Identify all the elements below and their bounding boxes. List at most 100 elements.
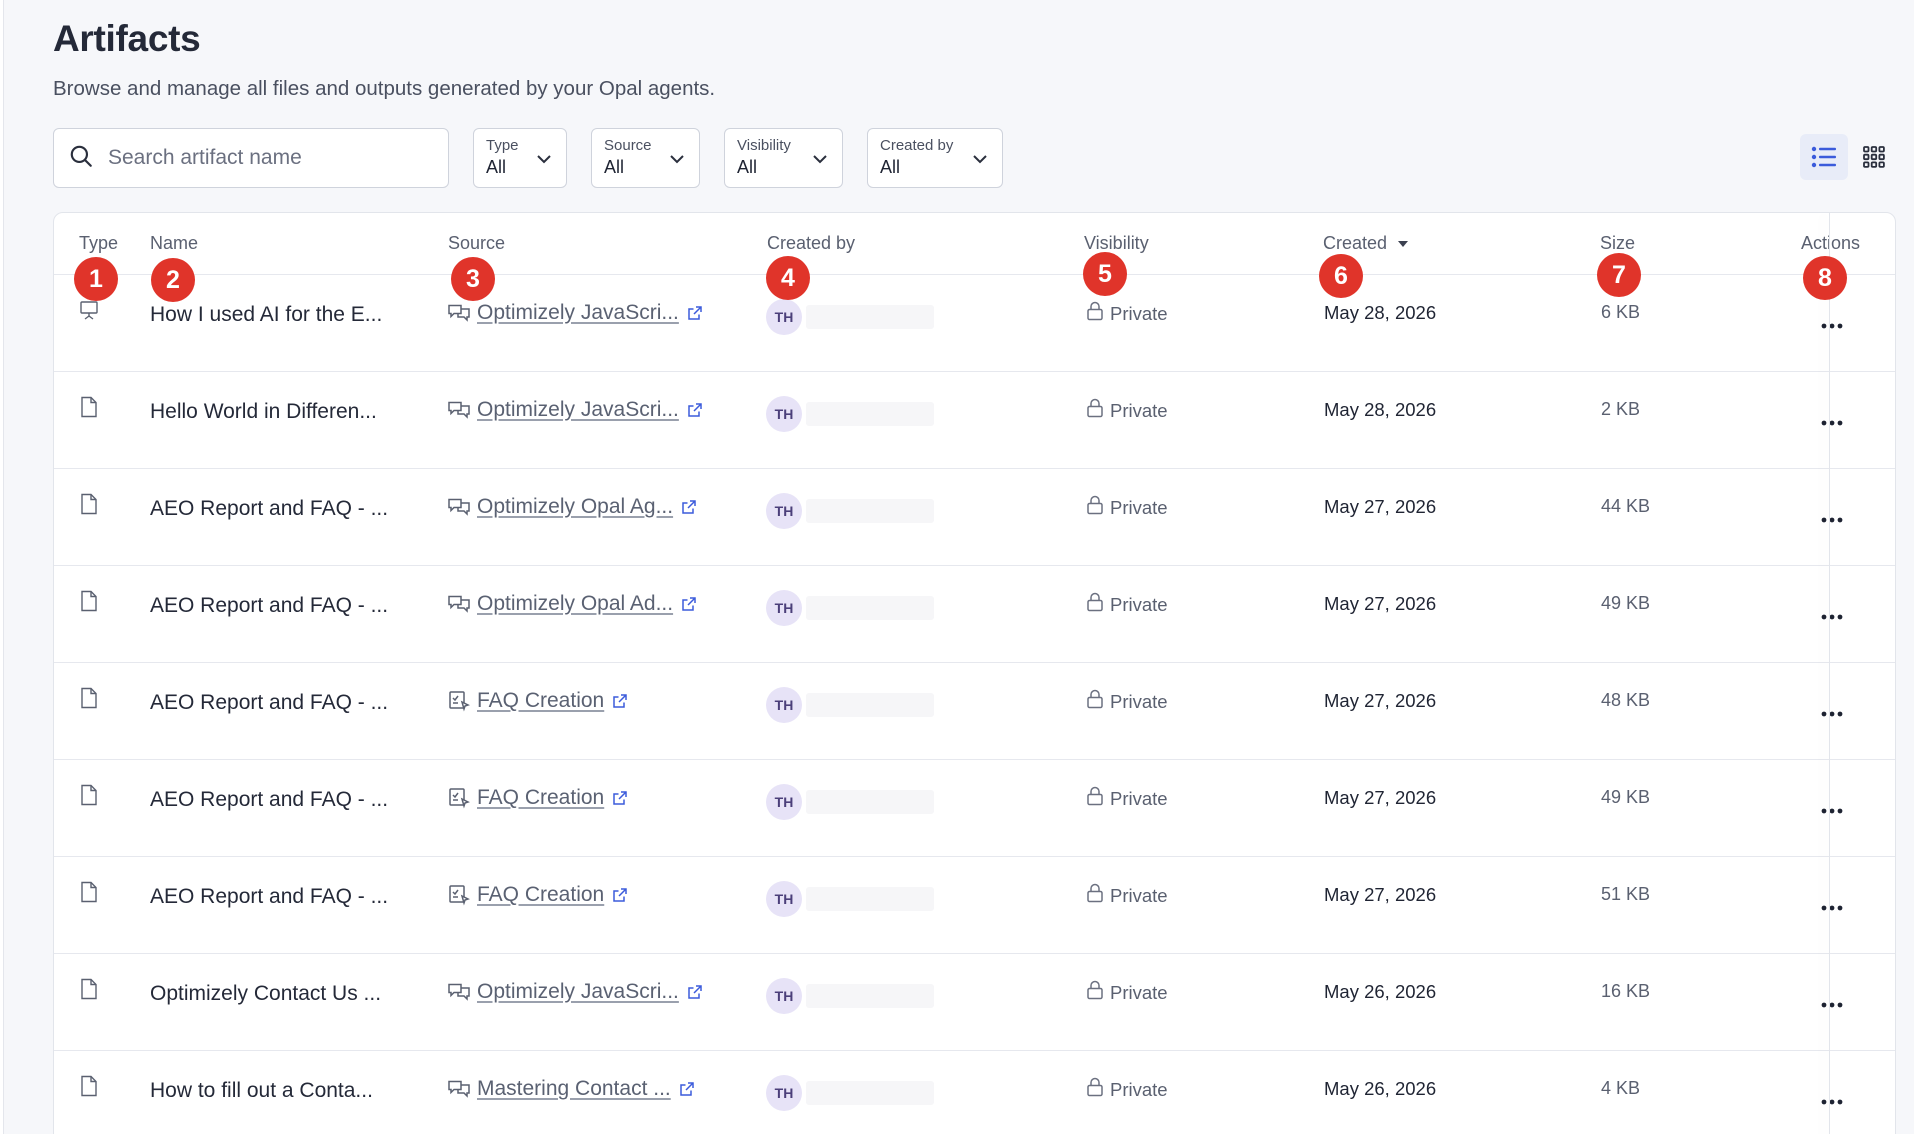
more-actions-button[interactable] — [1810, 895, 1854, 919]
lock-icon — [1086, 495, 1110, 520]
table-row[interactable]: AEO Report and FAQ - ... FAQ Creation TH… — [54, 857, 1895, 954]
visibility: Private — [1086, 1077, 1168, 1102]
source-label[interactable]: Mastering Contact ... — [477, 1077, 671, 1101]
lock-icon — [1086, 1077, 1110, 1102]
visibility: Private — [1086, 592, 1168, 617]
artifact-name[interactable]: How to fill out a Conta... — [150, 1079, 373, 1103]
column-header-created[interactable]: Created — [1323, 233, 1409, 254]
source-link[interactable]: Optimizely JavaScri... — [447, 301, 703, 325]
artifact-name[interactable]: AEO Report and FAQ - ... — [150, 594, 388, 618]
more-actions-button[interactable] — [1810, 701, 1854, 725]
table-row[interactable]: Optimizely Contact Us ... Optimizely Jav… — [54, 954, 1895, 1051]
column-header-name[interactable]: Name — [150, 233, 198, 254]
created-date: May 28, 2026 — [1324, 399, 1437, 420]
ellipsis-icon — [1821, 898, 1843, 916]
external-link-icon[interactable] — [687, 402, 703, 418]
page-subtitle: Browse and manage all files and outputs … — [53, 77, 716, 100]
external-link-icon[interactable] — [612, 790, 628, 806]
external-link-icon[interactable] — [681, 499, 697, 515]
source-label[interactable]: FAQ Creation — [477, 689, 604, 713]
file-size: 44 KB — [1601, 496, 1651, 516]
source-label[interactable]: Optimizely JavaScri... — [477, 301, 679, 325]
created-by: TH — [766, 299, 934, 335]
source-label[interactable]: FAQ Creation — [477, 883, 604, 907]
table-row[interactable]: AEO Report and FAQ - ... FAQ Creation TH… — [54, 663, 1895, 760]
source-link[interactable]: Mastering Contact ... — [447, 1077, 695, 1101]
source-link[interactable]: Optimizely Opal Ag... — [447, 495, 697, 519]
source-link[interactable]: Optimizely Opal Ad... — [447, 592, 697, 616]
source-label[interactable]: Optimizely JavaScri... — [477, 398, 679, 422]
table-row[interactable]: How to fill out a Conta... Mastering Con… — [54, 1051, 1895, 1134]
source-filter[interactable]: Source All — [591, 128, 700, 188]
artifact-name[interactable]: How I used AI for the E... — [150, 303, 382, 327]
more-actions-button[interactable] — [1810, 1089, 1854, 1113]
created-by: TH — [766, 1075, 934, 1111]
file-size: 49 KB — [1601, 787, 1651, 807]
ellipsis-icon — [1821, 1092, 1843, 1110]
more-actions-button[interactable] — [1810, 410, 1854, 434]
artifact-name[interactable]: Optimizely Contact Us ... — [150, 982, 381, 1006]
artifact-name[interactable]: AEO Report and FAQ - ... — [150, 691, 388, 715]
source-link[interactable]: Optimizely JavaScri... — [447, 980, 703, 1004]
source-link[interactable]: FAQ Creation — [447, 883, 628, 907]
source-link[interactable]: FAQ Creation — [447, 689, 628, 713]
column-header-size[interactable]: Size — [1600, 233, 1635, 254]
more-actions-button[interactable] — [1810, 313, 1854, 337]
table-row[interactable]: Hello World in Differen... Optimizely Ja… — [54, 372, 1895, 469]
external-link-icon[interactable] — [681, 596, 697, 612]
more-actions-button[interactable] — [1810, 992, 1854, 1016]
search-box[interactable] — [53, 128, 449, 188]
artifact-name[interactable]: Hello World in Differen... — [150, 400, 377, 424]
grid-view-button[interactable] — [1850, 134, 1898, 180]
source-label[interactable]: Optimizely Opal Ag... — [477, 495, 673, 519]
external-link-icon[interactable] — [612, 693, 628, 709]
search-input[interactable] — [108, 146, 428, 170]
source-link[interactable]: Optimizely JavaScri... — [447, 398, 703, 422]
created-date: May 26, 2026 — [1324, 1078, 1437, 1099]
annotation-badge: 4 — [766, 256, 810, 300]
visibility-filter[interactable]: Visibility All — [724, 128, 843, 188]
redacted-name — [806, 790, 934, 814]
column-header-visibility[interactable]: Visibility — [1084, 233, 1149, 254]
redacted-name — [806, 499, 934, 523]
type-filter[interactable]: Type All — [473, 128, 567, 188]
column-header-source[interactable]: Source — [448, 233, 505, 254]
artifact-name[interactable]: AEO Report and FAQ - ... — [150, 788, 388, 812]
lock-icon — [1086, 786, 1110, 811]
source-link[interactable]: FAQ Creation — [447, 786, 628, 810]
external-link-icon[interactable] — [612, 887, 628, 903]
source-label[interactable]: Optimizely Opal Ad... — [477, 592, 673, 616]
redacted-name — [806, 596, 934, 620]
visibility-label: Private — [1110, 302, 1168, 324]
external-link-icon[interactable] — [687, 984, 703, 1000]
external-link-icon[interactable] — [687, 305, 703, 321]
avatar: TH — [766, 590, 802, 626]
annotation-badge: 6 — [1319, 254, 1363, 298]
external-link-icon[interactable] — [679, 1081, 695, 1097]
table-row[interactable]: AEO Report and FAQ - ... FAQ Creation TH… — [54, 760, 1895, 857]
column-header-type[interactable]: Type — [79, 233, 118, 254]
ellipsis-icon — [1821, 510, 1843, 528]
artifact-name[interactable]: AEO Report and FAQ - ... — [150, 497, 388, 521]
source-label[interactable]: Optimizely JavaScri... — [477, 980, 679, 1004]
artifact-name[interactable]: AEO Report and FAQ - ... — [150, 885, 388, 909]
list-view-button[interactable] — [1800, 134, 1848, 180]
file-size: 4 KB — [1601, 1078, 1641, 1098]
artifacts-table: Type Name Source Created by Visibility C… — [53, 212, 1896, 1134]
more-actions-button[interactable] — [1810, 507, 1854, 531]
lock-icon — [1086, 980, 1110, 1005]
more-actions-button[interactable] — [1810, 604, 1854, 628]
table-row[interactable]: AEO Report and FAQ - ... Optimizely Opal… — [54, 566, 1895, 663]
visibility: Private — [1086, 398, 1168, 423]
created-date: May 27, 2026 — [1324, 884, 1437, 905]
redacted-name — [806, 984, 934, 1008]
table-row[interactable]: AEO Report and FAQ - ... Optimizely Opal… — [54, 469, 1895, 566]
file-icon — [80, 493, 98, 515]
column-header-created-by[interactable]: Created by — [767, 233, 855, 254]
sort-desc-icon — [1398, 241, 1409, 248]
source-label[interactable]: FAQ Creation — [477, 786, 604, 810]
visibility-label: Private — [1110, 399, 1168, 421]
more-actions-button[interactable] — [1810, 798, 1854, 822]
created-by-filter[interactable]: Created by All — [867, 128, 1003, 188]
visibility: Private — [1086, 689, 1168, 714]
